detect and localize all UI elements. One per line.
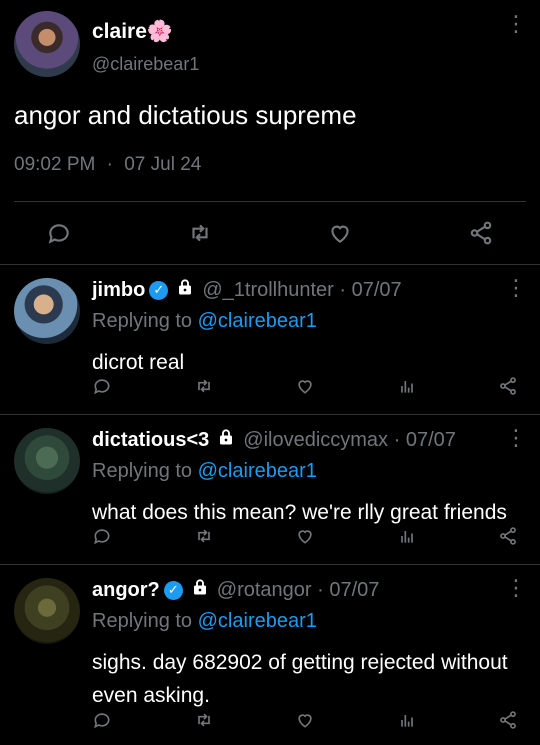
reply-item[interactable]: dictatious<3 @ilovediccymax · 07/07 ⋮ Re… bbox=[0, 427, 540, 558]
avatar[interactable] bbox=[14, 11, 80, 77]
separator-dot: · bbox=[106, 154, 113, 175]
divider bbox=[14, 201, 526, 202]
tweet-time: 09:02 PM bbox=[14, 154, 96, 175]
handle[interactable]: @clairebear1 bbox=[92, 54, 199, 75]
divider bbox=[0, 414, 540, 415]
share-icon[interactable] bbox=[498, 376, 518, 396]
reply-header: angor? ✓ @rotangor · 07/07 bbox=[92, 578, 379, 602]
verified-icon: ✓ bbox=[149, 280, 169, 300]
more-icon[interactable]: ⋮ bbox=[505, 13, 527, 35]
more-icon[interactable]: ⋮ bbox=[505, 427, 527, 449]
lock-icon bbox=[217, 428, 235, 452]
handle-date[interactable]: @ilovediccymax · 07/07 bbox=[243, 429, 456, 452]
reply-text: what does this mean? we're rlly great fr… bbox=[92, 501, 507, 524]
replying-to: Replying to @clairebear1 bbox=[92, 310, 317, 333]
lock-icon bbox=[191, 578, 209, 602]
verified-icon: ✓ bbox=[163, 580, 183, 600]
divider bbox=[0, 564, 540, 565]
replying-label: Replying to bbox=[92, 610, 193, 632]
analytics-icon[interactable] bbox=[397, 526, 417, 546]
reply-item[interactable]: angor? ✓ @rotangor · 07/07 ⋮ Replying to… bbox=[0, 577, 540, 743]
reply-text: dicrot real bbox=[92, 351, 185, 374]
replying-label: Replying to bbox=[92, 460, 193, 482]
like-icon[interactable] bbox=[327, 220, 353, 246]
tweet-date: 07 Jul 24 bbox=[124, 154, 202, 175]
reply-item[interactable]: jimbo ✓ @_1trollhunter · 07/07 ⋮ Replyin… bbox=[0, 277, 540, 408]
reply-icon[interactable] bbox=[92, 526, 112, 546]
replying-label: Replying to bbox=[92, 310, 193, 332]
replying-to: Replying to @clairebear1 bbox=[92, 610, 317, 633]
retweet-icon[interactable] bbox=[194, 710, 214, 730]
more-icon[interactable]: ⋮ bbox=[505, 577, 527, 599]
reply-icon[interactable] bbox=[92, 376, 112, 396]
reply-actions bbox=[92, 376, 518, 396]
like-icon[interactable] bbox=[295, 526, 315, 546]
avatar[interactable] bbox=[14, 578, 80, 644]
share-icon[interactable] bbox=[498, 710, 518, 730]
display-name[interactable]: jimbo bbox=[92, 279, 145, 302]
analytics-icon[interactable] bbox=[397, 710, 417, 730]
like-icon[interactable] bbox=[295, 376, 315, 396]
share-icon[interactable] bbox=[498, 526, 518, 546]
share-icon[interactable] bbox=[468, 220, 494, 246]
avatar[interactable] bbox=[14, 428, 80, 494]
replying-handle-link[interactable]: @clairebear1 bbox=[198, 610, 317, 632]
tweet-meta: 09:02 PM · 07 Jul 24 bbox=[14, 154, 201, 176]
like-icon[interactable] bbox=[295, 710, 315, 730]
reply-text: sighs. day 682902 of getting rejected wi… bbox=[92, 651, 508, 707]
tweet-actions bbox=[14, 215, 526, 251]
display-name[interactable]: dictatious<3 bbox=[92, 429, 209, 452]
display-name[interactable]: angor? bbox=[92, 579, 160, 602]
handle-date[interactable]: @rotangor · 07/07 bbox=[217, 579, 380, 602]
retweet-icon[interactable] bbox=[194, 376, 214, 396]
divider bbox=[0, 264, 540, 265]
reply-actions bbox=[92, 526, 518, 546]
replying-handle-link[interactable]: @clairebear1 bbox=[198, 460, 317, 482]
retweet-icon[interactable] bbox=[194, 526, 214, 546]
reply-header: jimbo ✓ @_1trollhunter · 07/07 bbox=[92, 278, 402, 302]
more-icon[interactable]: ⋮ bbox=[505, 277, 527, 299]
reply-header: dictatious<3 @ilovediccymax · 07/07 bbox=[92, 428, 456, 452]
reply-actions bbox=[92, 710, 518, 730]
tweet-text: angor and dictatious supreme bbox=[14, 100, 357, 130]
analytics-icon[interactable] bbox=[397, 376, 417, 396]
handle-date[interactable]: @_1trollhunter · 07/07 bbox=[202, 279, 401, 302]
replying-handle-link[interactable]: @clairebear1 bbox=[198, 310, 317, 332]
avatar[interactable] bbox=[14, 278, 80, 344]
display-name[interactable]: claire🌸 bbox=[92, 20, 173, 44]
retweet-icon[interactable] bbox=[187, 220, 213, 246]
reply-icon[interactable] bbox=[92, 710, 112, 730]
lock-icon bbox=[176, 278, 194, 302]
reply-icon[interactable] bbox=[46, 220, 72, 246]
replying-to: Replying to @clairebear1 bbox=[92, 460, 317, 483]
